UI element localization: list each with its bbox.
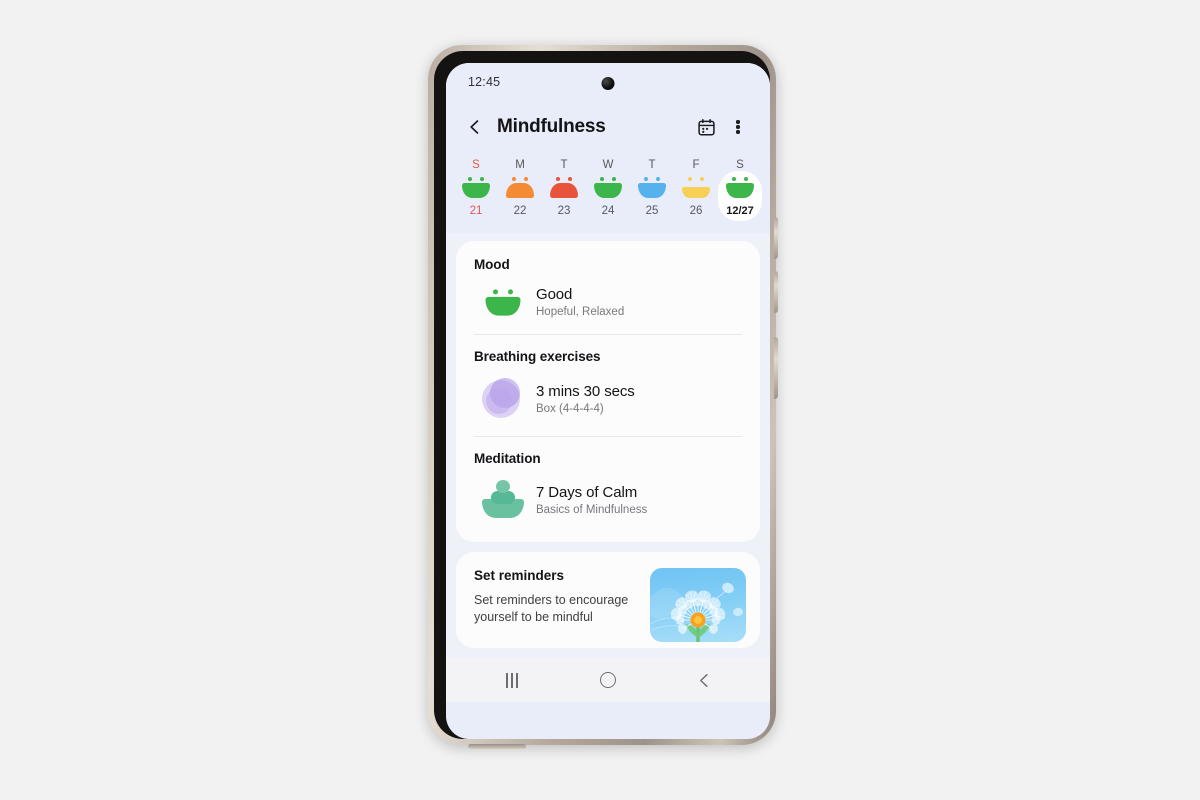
mood-face-happy-icon xyxy=(637,177,667,198)
mood-face-happy-icon xyxy=(593,177,623,198)
content-scroll-area[interactable]: Mood Good Hopeful, Relaxed Breathing exerci… xyxy=(446,233,770,658)
meditation-figure-icon xyxy=(481,480,525,520)
chevron-left-icon xyxy=(699,673,708,687)
section-divider-0 xyxy=(474,334,742,335)
mood-face-flat-icon xyxy=(681,177,711,198)
mood-face-sad-icon xyxy=(549,177,579,198)
recents-icon xyxy=(506,672,518,688)
speaker-grille xyxy=(468,744,526,749)
day-label-6: 12/27 xyxy=(726,205,754,217)
status-bar-clock: 12:45 xyxy=(468,75,501,89)
back-navigation-button[interactable] xyxy=(462,114,488,140)
day-label-0: 21 xyxy=(469,205,483,217)
mood-happy-face-icon xyxy=(484,288,522,316)
set-reminders-card[interactable]: Set reminders Set reminders to encourage… xyxy=(456,552,760,648)
day-label-4: 25 xyxy=(645,205,659,217)
entry-text-2: 7 Days of Calm Basics of Mindfulness xyxy=(536,484,647,516)
entry-icon-wrap-2 xyxy=(474,480,532,520)
entry-subtitle-2: Basics of Mindfulness xyxy=(536,504,648,516)
weekday-label-3: W xyxy=(602,159,614,171)
home-button[interactable] xyxy=(586,663,630,697)
summary-entry-row-0[interactable]: Good Hopeful, Relaxed xyxy=(474,272,742,334)
weekday-label-0: S xyxy=(472,159,480,171)
daily-summary-card: Mood Good Hopeful, Relaxed Breathing exerci… xyxy=(456,241,760,542)
more-vertical-icon xyxy=(736,119,740,136)
phone-device-frame: 12:45 Mindfulness S M T W T F S 21 22 23… xyxy=(428,45,778,749)
app-header: Mindfulness xyxy=(446,101,770,153)
day-label-5: 26 xyxy=(689,205,703,217)
weekday-label-2: T xyxy=(560,159,568,171)
reminder-card-title: Set reminders xyxy=(474,568,565,583)
breathing-bubbles-icon xyxy=(482,378,524,420)
day-cell-3[interactable]: 24 xyxy=(586,171,630,221)
entry-text-1: 3 mins 30 secs Box (4-4-4-4) xyxy=(536,383,635,415)
entry-icon-wrap-1 xyxy=(474,378,532,420)
weekday-label-6: S xyxy=(736,159,744,171)
entry-title-1: 3 mins 30 secs xyxy=(536,383,635,400)
entry-subtitle-0: Hopeful, Relaxed xyxy=(536,306,625,318)
day-label-2: 23 xyxy=(557,205,571,217)
summary-entry-row-2[interactable]: 7 Days of Calm Basics of Mindfulness xyxy=(474,466,742,536)
system-back-button[interactable] xyxy=(682,663,726,697)
front-camera-punch-hole xyxy=(601,77,615,90)
weekday-label-1: M xyxy=(515,159,525,171)
day-cell-6[interactable]: 12/27 xyxy=(718,171,762,221)
section-title-0: Mood xyxy=(474,257,510,272)
page-title: Mindfulness xyxy=(497,116,606,137)
section-title-1: Breathing exercises xyxy=(474,349,601,364)
volume-down-button[interactable] xyxy=(774,271,778,313)
section-title-2: Meditation xyxy=(474,451,541,466)
home-circle-icon xyxy=(600,672,616,688)
phone-bezel: 12:45 Mindfulness S M T W T F S 21 22 23… xyxy=(434,51,770,739)
entry-subtitle-1: Box (4-4-4-4) xyxy=(536,403,604,415)
day-label-3: 24 xyxy=(601,205,615,217)
entry-title-0: Good xyxy=(536,286,573,303)
mood-face-happy-icon xyxy=(461,177,491,198)
volume-up-button[interactable] xyxy=(774,217,778,259)
recents-button[interactable] xyxy=(490,663,534,697)
day-cell-0[interactable]: 21 xyxy=(454,171,498,221)
day-cell-4[interactable]: 25 xyxy=(630,171,674,221)
weekday-header-row: SMTWTFS xyxy=(454,159,762,171)
weekday-label-4: T xyxy=(648,159,656,171)
day-cell-2[interactable]: 23 xyxy=(542,171,586,221)
calendar-icon xyxy=(697,118,715,135)
day-cell-1[interactable]: 22 xyxy=(498,171,542,221)
summary-entry-row-1[interactable]: 3 mins 30 secs Box (4-4-4-4) xyxy=(474,364,742,436)
reminder-card-description: Set reminders to encourage yourself to b… xyxy=(474,593,629,624)
power-button[interactable] xyxy=(774,337,778,399)
phone-screen: 12:45 Mindfulness S M T W T F S 21 22 23… xyxy=(446,63,770,739)
chevron-left-icon xyxy=(470,120,479,134)
week-mood-strip: S M T W T F S 21 22 23 24 25 26 12/27 xyxy=(446,153,770,233)
dandelion-illustration xyxy=(650,568,746,642)
android-navigation-bar xyxy=(446,658,770,702)
entry-text-0: Good Hopeful, Relaxed xyxy=(536,286,624,318)
entry-icon-wrap-0 xyxy=(474,288,532,316)
calendar-button[interactable] xyxy=(692,113,720,141)
entry-title-2: 7 Days of Calm xyxy=(536,484,638,501)
mood-face-sad-icon xyxy=(505,177,535,198)
status-bar: 12:45 xyxy=(446,63,770,101)
day-cell-5[interactable]: 26 xyxy=(674,171,718,221)
reminder-text-column: Set reminders Set reminders to encourage… xyxy=(474,568,650,648)
weekday-label-5: F xyxy=(692,159,700,171)
more-options-button[interactable] xyxy=(724,113,752,141)
mood-face-happy-icon xyxy=(725,177,755,198)
day-cell-row: 21 22 23 24 25 26 12/27 xyxy=(454,171,762,221)
day-label-1: 22 xyxy=(513,205,527,217)
section-divider-1 xyxy=(474,436,742,437)
dandelion-artwork-svg xyxy=(650,582,743,642)
